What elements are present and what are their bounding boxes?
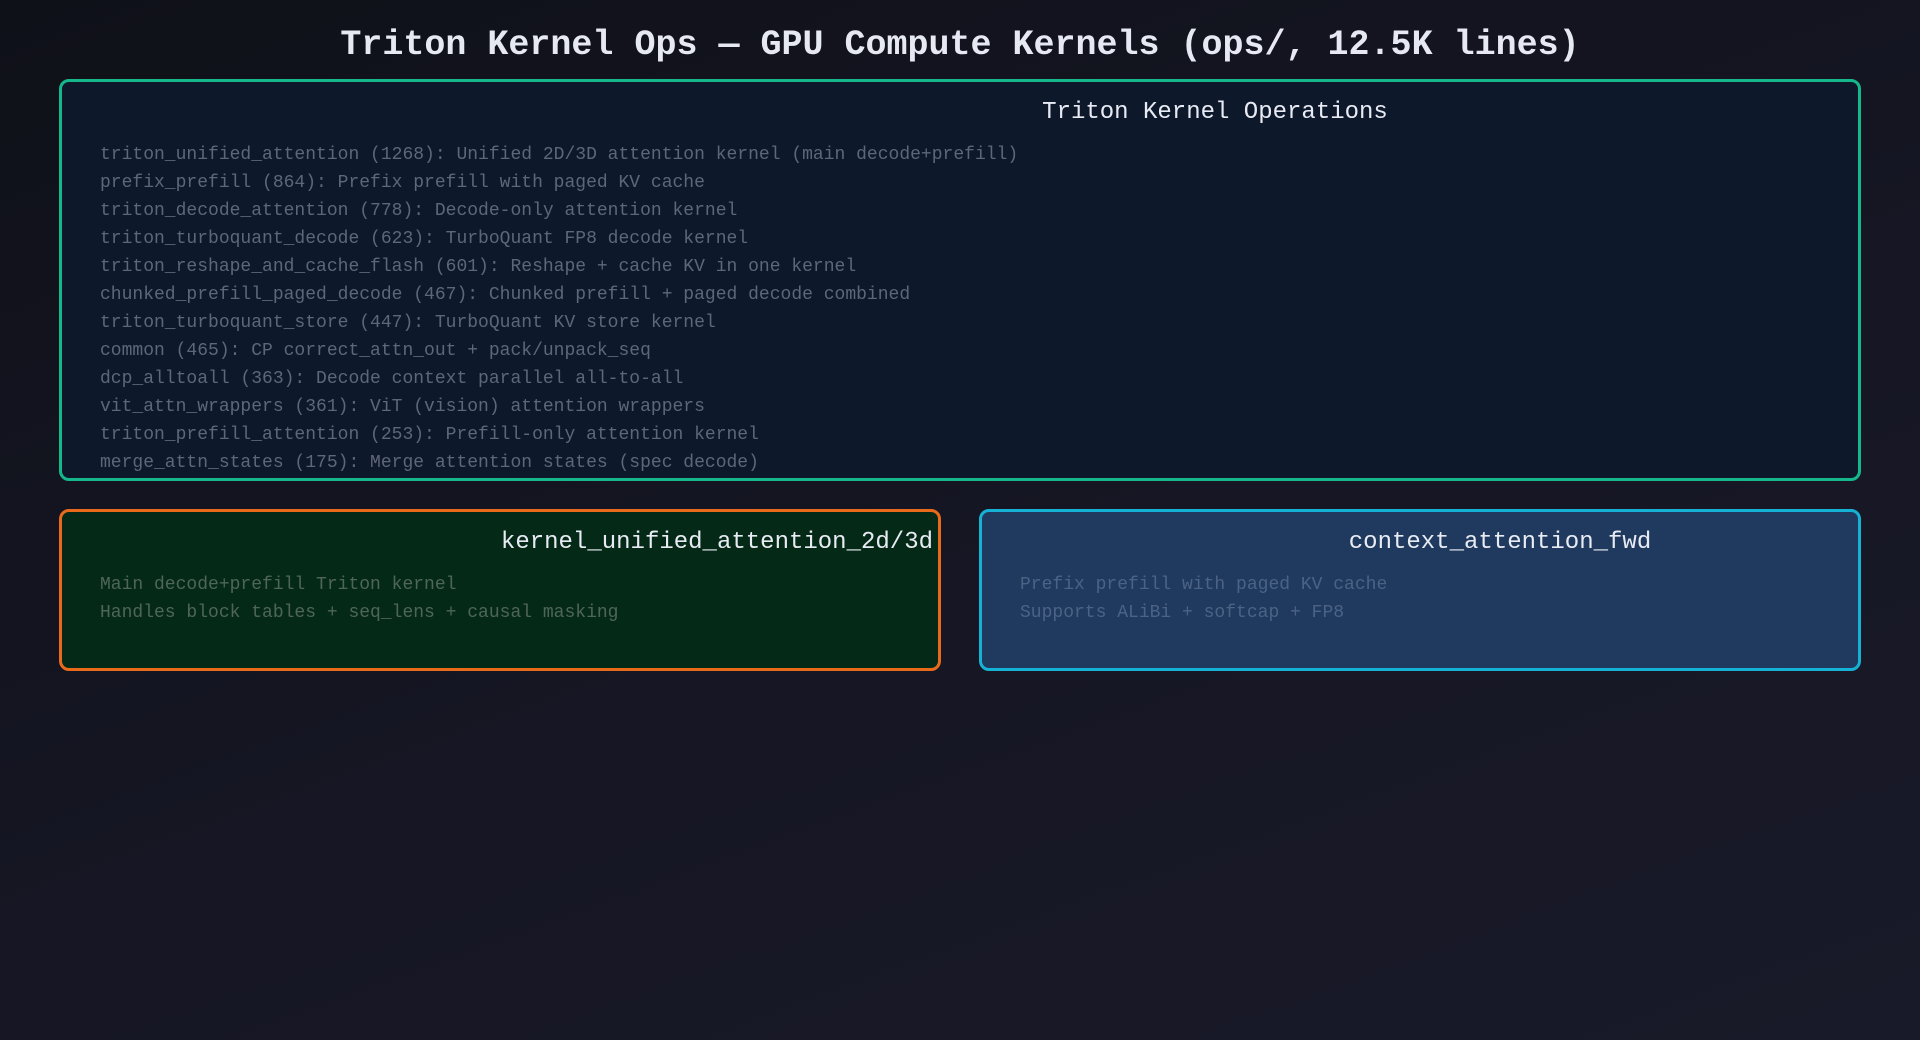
context-attention-notes: Prefix prefill with paged KV cache Suppo… xyxy=(1020,571,1387,627)
kernel-op-line: prefix_prefill (864): Prefix prefill wit… xyxy=(100,173,705,193)
kernel-op-line: triton_prefill_attention (253): Prefill-… xyxy=(100,425,759,445)
unified-attention-note: Main decode+prefill Triton kernel xyxy=(100,575,457,595)
kernel-op-line: triton_decode_attention (778): Decode-on… xyxy=(100,201,738,221)
context-attention-box: context_attention_fwd Prefix prefill wit… xyxy=(979,509,1861,671)
unified-attention-notes: Main decode+prefill Triton kernel Handle… xyxy=(100,571,618,627)
triton-kernel-operations-heading: Triton Kernel Operations xyxy=(1042,99,1388,126)
context-attention-heading: context_attention_fwd xyxy=(1348,529,1652,556)
kernel-op-line: triton_unified_attention (1268): Unified… xyxy=(100,145,1019,165)
kernel-op-line: triton_turboquant_store (447): TurboQuan… xyxy=(100,313,716,333)
page-title: Triton Kernel Ops — GPU Compute Kernels … xyxy=(340,25,1580,65)
kernel-op-line: triton_turboquant_decode (623): TurboQua… xyxy=(100,229,749,249)
unified-attention-note: Handles block tables + seq_lens + causal… xyxy=(100,603,619,623)
kernel-op-line: merge_attn_states (175): Merge attention… xyxy=(100,453,759,473)
unified-attention-heading: kernel_unified_attention_2d/3d xyxy=(500,529,933,556)
kernel-op-line: vit_attn_wrappers (361): ViT (vision) at… xyxy=(100,397,705,417)
context-attention-note: Supports ALiBi + softcap + FP8 xyxy=(1020,603,1345,623)
kernel-op-line: dcp_alltoall (363): Decode context paral… xyxy=(100,369,684,389)
unified-attention-box: kernel_unified_attention_2d/3d Main deco… xyxy=(59,509,941,671)
kernel-op-line: triton_reshape_and_cache_flash (601): Re… xyxy=(100,257,857,277)
triton-kernel-operations-box: Triton Kernel Operations triton_unified_… xyxy=(59,79,1861,481)
kernel-op-line: chunked_prefill_paged_decode (467): Chun… xyxy=(100,285,911,305)
kernel-op-line: common (465): CP correct_attn_out + pack… xyxy=(100,341,651,361)
kernel-operations-list: triton_unified_attention (1268): Unified… xyxy=(100,141,1018,477)
context-attention-note: Prefix prefill with paged KV cache xyxy=(1020,575,1388,595)
